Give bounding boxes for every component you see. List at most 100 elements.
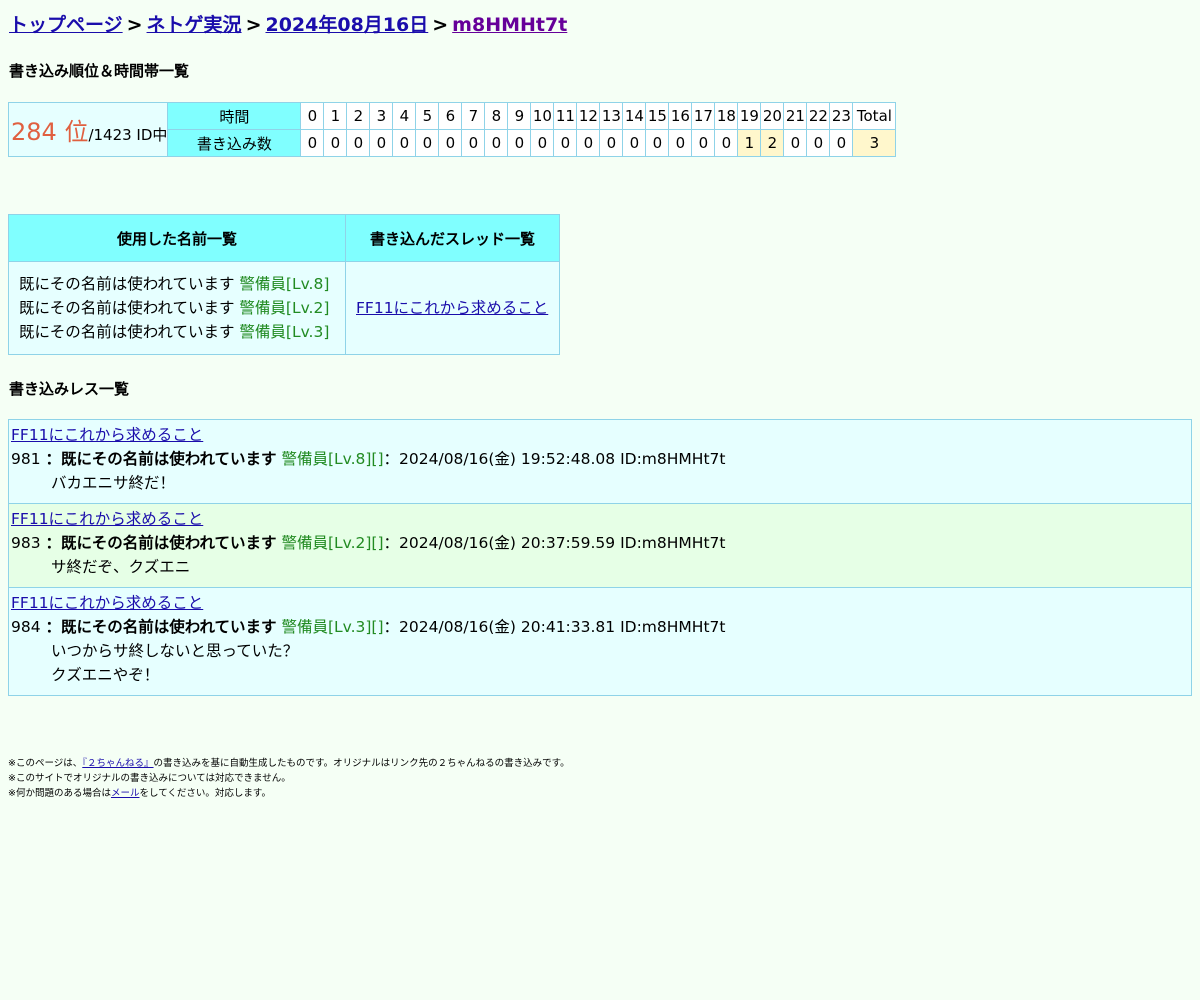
hour-cell: 20 [760, 102, 785, 130]
post-author: ：既にその名前は使われています [46, 450, 277, 468]
post-name: 既にその名前は使われています [61, 618, 277, 636]
count-cell: 0 [438, 129, 463, 157]
hour-cell: 6 [438, 102, 463, 130]
hour-cell: 14 [622, 102, 647, 130]
rank-section-title: 書き込み順位＆時間帯一覧 [9, 62, 190, 80]
post-level: 警備員[Lv.8][] [281, 450, 384, 468]
posts-section-title: 書き込みレス一覧 [9, 380, 130, 398]
hour-cell: 7 [461, 102, 486, 130]
post-body-line: サ終だぞ、クズエニ [51, 558, 191, 576]
hour-cell: 1 [323, 102, 348, 130]
breadcrumb-separator: > [245, 14, 262, 36]
rank-position: 284 位 [11, 118, 89, 146]
count-cell: 0 [599, 129, 624, 157]
posts-list: FF11にこれから求めること 981 ：既にその名前は使われています 警備員[Lv… [8, 419, 1192, 696]
post-number: 981 [11, 450, 41, 468]
count-cell: 0 [576, 129, 601, 157]
footer-2ch-link[interactable]: 『２ちゃんねる』 [82, 758, 153, 769]
post-meta: ：2024/08/16(金) 19:52:48.08 ID:m8HMHt7t [383, 450, 726, 468]
footer-mail-link[interactable]: メール [111, 788, 140, 799]
post: FF11にこれから求めること 983 ：既にその名前は使われています 警備員[Lv… [8, 504, 1192, 588]
hour-cell: 11 [553, 102, 578, 130]
post-number: 983 [11, 534, 41, 552]
count-cell: 0 [645, 129, 670, 157]
post-meta: ：2024/08/16(金) 20:41:33.81 ID:m8HMHt7t [383, 618, 726, 636]
count-cell: 0 [392, 129, 417, 157]
hour-cell: 16 [668, 102, 693, 130]
count-cell: 0 [829, 129, 854, 157]
post-body-line: バカエニサ終だ！ [51, 474, 176, 492]
post-colon: ： [45, 618, 62, 636]
footer-line-1: ※このページは、『２ちゃんねる』の書き込みを基に自動生成したものです。オリジナル… [8, 758, 570, 769]
rank-cell: 284 位/1423 ID中 [7, 102, 169, 157]
count-cell: 0 [484, 129, 509, 157]
name-item: 既にその名前は使われています 警備員[Lv.8] [19, 272, 335, 296]
threads-list: FF11にこれから求めること [345, 261, 560, 355]
total-header: Total [852, 102, 897, 130]
hour-cell: 5 [415, 102, 440, 130]
hour-cell: 9 [507, 102, 532, 130]
time-header: 時間 [167, 102, 302, 130]
hour-cell: 21 [783, 102, 808, 130]
hour-cell: 3 [369, 102, 394, 130]
post-header: 983 ：既にその名前は使われています 警備員[Lv.2][]：2024/08/… [11, 531, 1189, 555]
hour-cell: 13 [599, 102, 624, 130]
name-text: 既にその名前は使われています [19, 275, 235, 293]
name-item: 既にその名前は使われています 警備員[Lv.3] [19, 320, 335, 344]
rank-table: 284 位/1423 ID中 時間 0 1 2 3 4 5 6 7 8 9 10 11 12 13 14 15… [7, 102, 897, 157]
breadcrumb-top-link[interactable]: トップページ [9, 14, 123, 36]
hour-cell: 4 [392, 102, 417, 130]
name-level: 警備員[Lv.8] [239, 275, 330, 293]
post: FF11にこれから求めること 981 ：既にその名前は使われています 警備員[Lv… [8, 419, 1192, 504]
name-level: 警備員[Lv.2] [239, 299, 330, 317]
post-thread-link[interactable]: FF11にこれから求めること [11, 510, 203, 528]
post-meta: ：2024/08/16(金) 20:37:59.59 ID:m8HMHt7t [383, 534, 726, 552]
count-cell: 0 [415, 129, 440, 157]
breadcrumb-date-link[interactable]: 2024年08月16日 [265, 14, 428, 36]
post-author: ：既にその名前は使われています [46, 534, 277, 552]
name-item: 既にその名前は使われています 警備員[Lv.2] [19, 296, 335, 320]
count-cell: 0 [300, 129, 325, 157]
names-threads-table: 使用した名前一覧 書き込んだスレッド一覧 既にその名前は使われています 警備員[… [8, 214, 560, 355]
count-cell: 0 [783, 129, 808, 157]
count-cell: 0 [530, 129, 555, 157]
breadcrumb-id-link[interactable]: m8HMHt7t [452, 14, 567, 36]
thread-link[interactable]: FF11にこれから求めること [356, 299, 548, 317]
count-cell: 0 [553, 129, 578, 157]
hour-cell: 18 [714, 102, 739, 130]
post-number: 984 [11, 618, 41, 636]
post: FF11にこれから求めること 984 ：既にその名前は使われています 警備員[Lv… [8, 588, 1192, 696]
post-author: ：既にその名前は使われています [46, 618, 277, 636]
footer: ※このページは、『２ちゃんねる』の書き込みを基に自動生成したものです。オリジナル… [8, 756, 570, 801]
post-body-line: いつからサ終しないと思っていた？ [51, 642, 299, 660]
breadcrumb-separator: > [432, 14, 449, 36]
post-name: 既にその名前は使われています [61, 534, 277, 552]
post-thread-link[interactable]: FF11にこれから求めること [11, 426, 203, 444]
hour-cell: 12 [576, 102, 601, 130]
post-level: 警備員[Lv.2][] [281, 534, 384, 552]
hour-cell: 22 [806, 102, 831, 130]
name-text: 既にその名前は使われています [19, 323, 235, 341]
post-body-line: クズエニやぞ！ [51, 666, 160, 684]
post-header: 981 ：既にその名前は使われています 警備員[Lv.8][]：2024/08/… [11, 447, 1189, 471]
hour-cell: 10 [530, 102, 555, 130]
hour-cell: 0 [300, 102, 325, 130]
post-name: 既にその名前は使われています [61, 450, 277, 468]
breadcrumb: トップページ > ネトゲ実況 >2024年08月16日 > m8HMHt7t [9, 10, 567, 37]
count-cell: 0 [714, 129, 739, 157]
count-cell: 0 [346, 129, 371, 157]
post-header: 984 ：既にその名前は使われています 警備員[Lv.3][]：2024/08/… [11, 615, 1189, 639]
hour-cell: 23 [829, 102, 854, 130]
post-thread-link[interactable]: FF11にこれから求めること [11, 594, 203, 612]
names-header: 使用した名前一覧 [8, 214, 346, 262]
threads-header: 書き込んだスレッド一覧 [345, 214, 560, 262]
count-cell: 0 [622, 129, 647, 157]
count-cell: 0 [323, 129, 348, 157]
breadcrumb-board-link[interactable]: ネトゲ実況 [147, 14, 242, 36]
names-list: 既にその名前は使われています 警備員[Lv.8] 既にその名前は使われています 警… [8, 261, 346, 355]
count-cell: 1 [737, 129, 762, 157]
count-cell: 0 [369, 129, 394, 157]
breadcrumb-separator: > [126, 14, 143, 36]
name-level: 警備員[Lv.3] [239, 323, 330, 341]
rank-total: /1423 ID中 [88, 126, 168, 144]
